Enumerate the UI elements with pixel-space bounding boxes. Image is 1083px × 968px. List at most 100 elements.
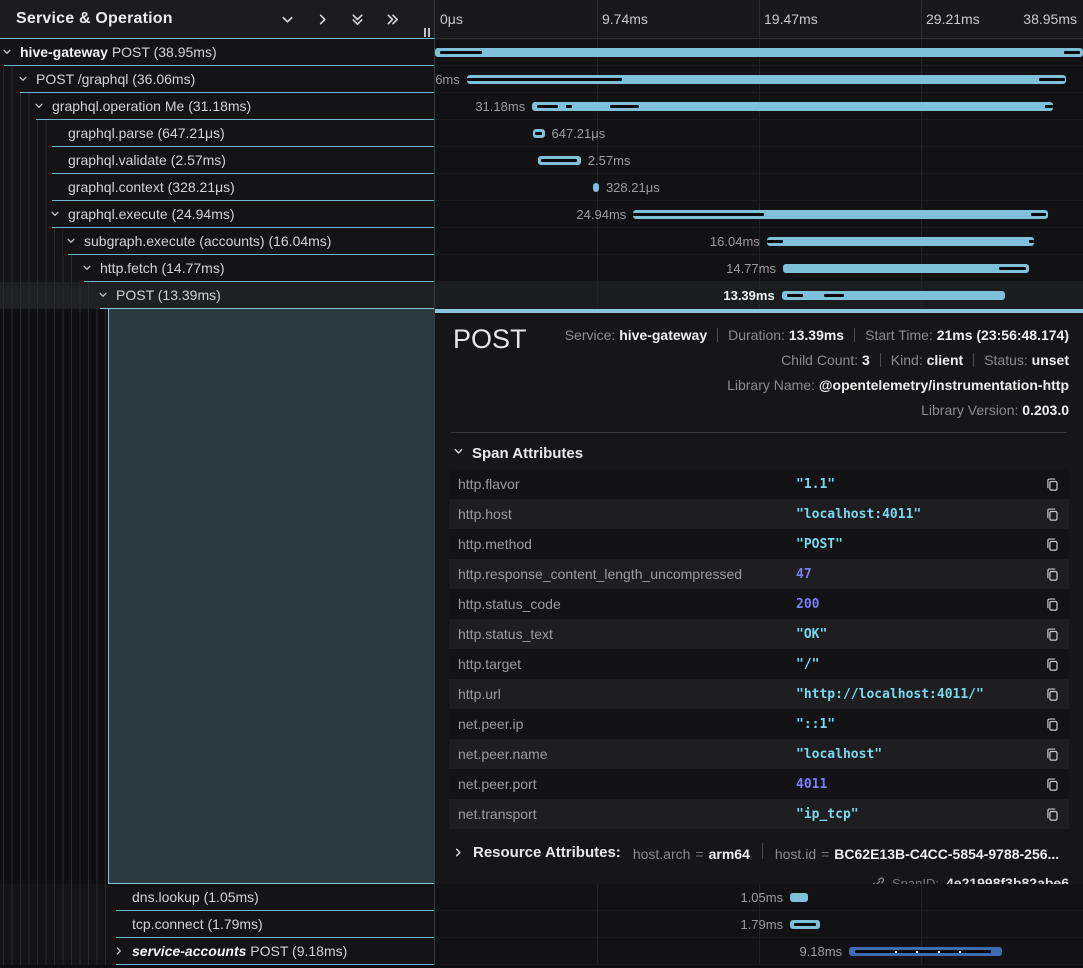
attribute-value: "OK" — [796, 627, 1045, 642]
grid-line — [921, 911, 922, 937]
detail-row: POST Service: hive-gatewayDuration: 13.3… — [0, 309, 1083, 884]
span-label-part: tcp.connect (1.79ms) — [132, 916, 263, 932]
span-duration-bar[interactable] — [790, 920, 820, 929]
span-row: hive-gateway POST (38.95ms) — [0, 39, 1083, 66]
column-resize-handle[interactable] — [424, 28, 430, 37]
attribute-value: 4011 — [796, 777, 1045, 792]
attribute-row: net.peer.ip"::1" — [449, 709, 1069, 739]
attribute-key: http.url — [458, 686, 796, 702]
copy-icon[interactable] — [1045, 657, 1060, 672]
span-bar-cell[interactable]: 328.21μs — [435, 174, 1083, 201]
meta-value: 0.203.0 — [1022, 402, 1069, 418]
chevron-down-icon[interactable] — [82, 263, 92, 273]
copy-icon[interactable] — [1045, 507, 1060, 522]
span-bar-cell[interactable]: 24.94ms — [435, 201, 1083, 228]
chevron-down-icon[interactable] — [2, 47, 12, 57]
span-name-cell[interactable]: POST /graphql (36.06ms) — [0, 66, 435, 93]
span-name-cell[interactable]: tcp.connect (1.79ms) — [0, 911, 435, 938]
span-name-cell[interactable]: graphql.context (328.21μs) — [0, 174, 435, 201]
duration-label: 647.21μs — [545, 120, 613, 147]
span-name-cell[interactable]: graphql.validate (2.57ms) — [0, 147, 435, 174]
copy-icon[interactable] — [1045, 777, 1060, 792]
copy-icon[interactable] — [1045, 747, 1060, 762]
duration-label: 31.18ms — [468, 93, 532, 120]
span-name-cell[interactable]: graphql.execute (24.94ms) — [0, 201, 435, 228]
meta-value: @opentelemetry/instrumentation-http — [819, 377, 1069, 393]
double-chevron-right-icon[interactable] — [385, 12, 400, 27]
copy-icon[interactable] — [1045, 717, 1060, 732]
copy-icon[interactable] — [1045, 537, 1060, 552]
span-label: tcp.connect (1.79ms) — [132, 911, 263, 937]
copy-icon[interactable] — [1045, 627, 1060, 642]
resource-attributes-toggle[interactable]: Resource Attributes: host.arch=arm64host… — [449, 843, 1069, 862]
span-duration-bar[interactable] — [532, 102, 1052, 111]
span-name-cell[interactable]: hive-gateway POST (38.95ms) — [0, 39, 435, 66]
chevron-down-icon[interactable] — [66, 236, 76, 246]
span-row: service-accounts POST (9.18ms)9.18ms — [0, 938, 1083, 965]
span-duration-bar[interactable] — [435, 48, 1083, 57]
span-duration-bar[interactable] — [467, 75, 1066, 84]
span-bar-cell[interactable]: 13.39ms — [435, 282, 1083, 309]
span-attributes-toggle[interactable]: Span Attributes — [449, 444, 1069, 462]
span-duration-bar[interactable] — [533, 129, 545, 138]
chevron-down-icon[interactable] — [18, 74, 28, 84]
chevron-right-icon[interactable] — [114, 946, 124, 956]
attribute-row: http.flavor"1.1" — [449, 469, 1069, 499]
trace-viewer: Service & Operation 0μs9.74ms19.47ms29.2… — [0, 0, 1083, 968]
child-span-mark — [537, 105, 558, 108]
span-name-cell[interactable]: dns.lookup (1.05ms) — [0, 884, 435, 911]
copy-icon[interactable] — [1045, 687, 1060, 702]
meta-label: Service: — [565, 327, 619, 343]
span-bar-cell[interactable]: 36.06ms — [435, 66, 1083, 93]
span-label-part: POST (38.95ms) — [108, 44, 217, 60]
chevron-down-icon[interactable] — [50, 209, 60, 219]
chevron-right-icon[interactable] — [315, 12, 330, 27]
span-bar-cell[interactable]: 1.79ms — [435, 911, 1083, 938]
duration-label: 36.06ms — [435, 66, 467, 93]
span-bar-cell[interactable]: 16.04ms — [435, 228, 1083, 255]
span-duration-bar[interactable] — [849, 947, 1002, 956]
duration-label: 1.79ms — [733, 911, 790, 938]
span-bar-cell[interactable]: 2.57ms — [435, 147, 1083, 174]
attribute-key: http.response_content_length_uncompresse… — [458, 566, 796, 582]
duration-label: 328.21μs — [599, 174, 667, 201]
span-label-part: graphql.operation Me (31.18ms) — [52, 98, 251, 114]
copy-icon[interactable] — [1045, 477, 1060, 492]
tick-label: 19.47ms — [764, 0, 818, 38]
span-name-cell[interactable]: subgraph.execute (accounts) (16.04ms) — [0, 228, 435, 255]
copy-icon[interactable] — [1045, 567, 1060, 582]
chevron-down-icon[interactable] — [34, 101, 44, 111]
grid-line — [759, 0, 760, 38]
span-duration-bar[interactable] — [782, 291, 1005, 300]
span-name-cell[interactable]: graphql.parse (647.21μs) — [0, 120, 435, 147]
copy-icon[interactable] — [1045, 807, 1060, 822]
attribute-row: net.peer.port4011 — [449, 769, 1069, 799]
indent-guides — [3, 174, 47, 201]
copy-icon[interactable] — [1045, 597, 1060, 612]
chevron-down-icon[interactable] — [280, 12, 295, 27]
chevron-down-icon[interactable] — [98, 290, 108, 300]
span-bar-cell[interactable]: 14.77ms — [435, 255, 1083, 282]
span-name-cell[interactable]: graphql.operation Me (31.18ms) — [0, 93, 435, 120]
span-duration-bar[interactable] — [790, 893, 807, 902]
span-duration-bar[interactable] — [633, 210, 1048, 219]
double-chevron-down-icon[interactable] — [350, 12, 365, 27]
span-duration-bar[interactable] — [767, 237, 1034, 246]
span-name-cell[interactable]: POST (13.39ms) — [0, 282, 435, 309]
span-bar-cell[interactable]: 1.05ms — [435, 884, 1083, 911]
span-bar-cell[interactable] — [435, 39, 1083, 66]
span-bar-cell[interactable]: 647.21μs — [435, 120, 1083, 147]
span-label-part: POST (9.18ms) — [246, 943, 347, 959]
span-name-cell[interactable]: service-accounts POST (9.18ms) — [0, 938, 435, 965]
span-bar-cell[interactable]: 31.18ms — [435, 93, 1083, 120]
span-name-cell[interactable]: http.fetch (14.77ms) — [0, 255, 435, 282]
resource-value: BC62E13B-C4CC-5854-9788-256... — [834, 846, 1059, 862]
attribute-row: http.status_code200 — [449, 589, 1069, 619]
span-duration-bar[interactable] — [783, 264, 1029, 273]
span-duration-bar[interactable] — [538, 156, 581, 165]
span-label: hive-gateway POST (38.95ms) — [20, 39, 217, 65]
span-rows-top: hive-gateway POST (38.95ms)POST /graphql… — [0, 39, 1083, 309]
resource-equals: = — [816, 846, 834, 862]
span-bar-cell[interactable]: 9.18ms — [435, 938, 1083, 965]
meta-item: Library Name: @opentelemetry/instrumenta… — [727, 377, 1069, 393]
